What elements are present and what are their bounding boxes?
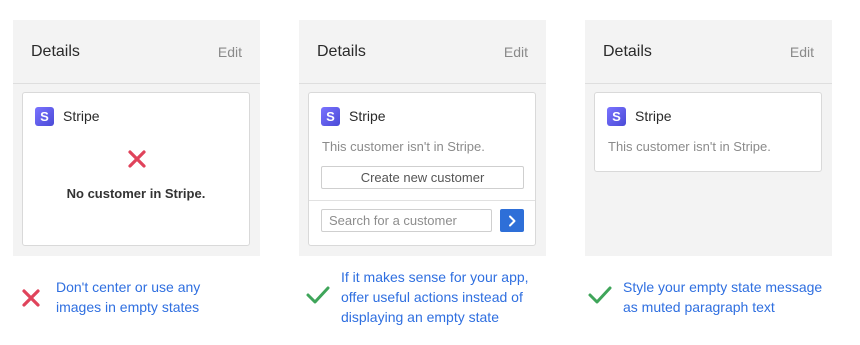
caption-dont: Don't center or use any images in empty … — [20, 277, 200, 317]
panel-header: Details Edit — [585, 20, 832, 84]
search-row — [321, 209, 535, 232]
edit-link[interactable]: Edit — [218, 44, 242, 60]
search-submit-button[interactable] — [500, 209, 524, 232]
caption-text: If it makes sense for your app, offer us… — [341, 267, 529, 327]
brand-row: S Stripe — [607, 105, 821, 127]
caption-line: as muted paragraph text — [623, 299, 775, 315]
brand-name: Stripe — [63, 108, 100, 124]
customer-search-input[interactable] — [321, 209, 492, 232]
edit-link[interactable]: Edit — [790, 44, 814, 60]
stripe-logo-icon: S — [35, 106, 54, 126]
x-icon — [20, 287, 42, 317]
caption-line: If it makes sense for your app, — [341, 269, 529, 285]
stripe-card: S Stripe No customer in Stripe. — [22, 92, 250, 246]
caption-line: Style your empty state message — [623, 279, 823, 295]
empty-state-message: No customer in Stripe. — [66, 186, 206, 201]
caption-do-muted: Style your empty state message as muted … — [587, 277, 822, 317]
caption-text: Style your empty state message as muted … — [623, 277, 822, 317]
checkmark-icon — [305, 285, 331, 327]
panel-title: Details — [603, 42, 652, 60]
details-panel-bad-example: Details Edit S Stripe No customer in Str… — [13, 20, 260, 256]
caption-do-actions: If it makes sense for your app, offer us… — [305, 267, 529, 327]
panel-header: Details Edit — [299, 20, 546, 84]
divider — [309, 200, 535, 201]
x-icon — [127, 149, 147, 174]
stripe-logo-icon: S — [321, 106, 340, 126]
svg-text:S: S — [612, 110, 621, 123]
empty-state-message: This customer isn't in Stripe. — [322, 139, 485, 154]
brand-row: S Stripe — [35, 105, 249, 127]
chevron-right-icon — [509, 215, 516, 226]
empty-state-message: This customer isn't in Stripe. — [608, 139, 771, 154]
brand-name: Stripe — [349, 108, 386, 124]
caption-line: Don't center or use any — [56, 279, 201, 295]
panel-title: Details — [31, 42, 80, 60]
svg-text:S: S — [326, 110, 335, 123]
checkmark-icon — [587, 285, 613, 317]
brand-row: S Stripe — [321, 105, 535, 127]
details-panel-actions-example: Details Edit S Stripe This customer isn'… — [299, 20, 546, 256]
caption-line: displaying an empty state — [341, 309, 499, 325]
caption-line: images in empty states — [56, 299, 200, 315]
svg-text:S: S — [40, 110, 49, 123]
stripe-card: S Stripe This customer isn't in Stripe. — [594, 92, 822, 172]
panel-header: Details Edit — [13, 20, 260, 84]
stripe-card: S Stripe This customer isn't in Stripe. … — [308, 92, 536, 246]
caption-text: Don't center or use any images in empty … — [56, 277, 200, 317]
panel-title: Details — [317, 42, 366, 60]
stripe-logo-icon: S — [607, 106, 626, 126]
brand-name: Stripe — [635, 108, 672, 124]
create-customer-button[interactable]: Create new customer — [321, 166, 524, 189]
details-panel-muted-example: Details Edit S Stripe This customer isn'… — [585, 20, 832, 256]
edit-link[interactable]: Edit — [504, 44, 528, 60]
caption-line: offer useful actions instead of — [341, 289, 523, 305]
